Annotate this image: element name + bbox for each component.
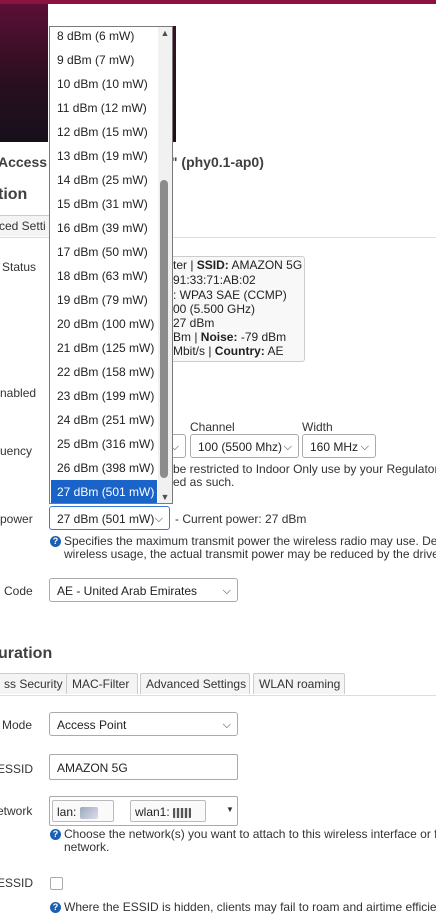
enabled-label: nabled (0, 386, 37, 400)
frequency-note-line2: ed as such. (173, 475, 235, 489)
network-chip-wlan1[interactable]: wlan1: (130, 800, 206, 822)
dropdown-option[interactable]: 21 dBm (125 mW) (51, 336, 157, 360)
chevron-down-icon: ⌵ (360, 441, 369, 453)
status-line-txpower: 27 dBm (173, 316, 215, 330)
frequency-label: uency (0, 444, 33, 458)
status-line-ssid: ter | SSID: AMAZON 5G (173, 258, 303, 272)
dropdown-option[interactable]: 8 dBm (6 mW) (51, 27, 157, 48)
status-line-noise: Bm | Noise: -79 dBm (173, 330, 287, 344)
network-help-line2: network. (64, 840, 110, 854)
tx-power-select[interactable]: 27 dBm (501 mW) ⌵ (49, 506, 170, 530)
wireless-icon (173, 807, 192, 818)
page-title-left: Access (0, 154, 48, 170)
dropdown-scrollbar-thumb[interactable] (160, 180, 168, 478)
mode-select[interactable]: Access Point ⌵ (49, 712, 238, 736)
tab-divider (0, 695, 436, 696)
dropdown-option[interactable]: 13 dBm (19 mW) (51, 144, 157, 168)
dropdown-option[interactable]: 24 dBm (251 mW) (51, 408, 157, 432)
hide-essid-checkbox[interactable] (50, 877, 63, 890)
dropdown-option[interactable]: 25 dBm (316 mW) (51, 432, 157, 456)
essid-input[interactable]: AMAZON 5G (49, 754, 238, 780)
dropdown-option[interactable]: 16 dBm (39 mW) (51, 216, 157, 240)
scroll-up-arrow-icon[interactable]: ▲ (158, 27, 172, 39)
info-icon: ? (50, 829, 61, 840)
dropdown-option[interactable]: 11 dBm (12 mW) (51, 96, 157, 120)
tx-power-label: power (0, 512, 33, 526)
page-title-right: G" (phy0.1-ap0) (160, 154, 264, 170)
network-help-line1: Choose the network(s) you want to attach… (64, 827, 436, 841)
status-label: Status (2, 260, 37, 274)
info-icon: ? (50, 536, 61, 547)
tx-power-help-line2: wireless usage, the actual transmit powe… (64, 547, 436, 561)
dropdown-option[interactable]: 12 dBm (15 mW) (51, 120, 157, 144)
dropdown-option[interactable]: 26 dBm (398 mW) (51, 456, 157, 480)
essid-label: ESSID (0, 762, 34, 776)
channel-select[interactable]: 100 (5500 Mhz) ⌵ (190, 434, 299, 458)
hide-essid-label: ESSID (0, 876, 34, 890)
dropdown-option[interactable]: 18 dBm (63 mW) (51, 264, 157, 288)
header-image-left (0, 4, 48, 142)
hide-essid-help: Where the ESSID is hidden, clients may f… (64, 900, 436, 914)
dropdown-option[interactable]: 14 dBm (25 mW) (51, 168, 157, 192)
info-icon: ? (50, 902, 61, 913)
country-code-select[interactable]: AE - United Arab Emirates ⌵ (49, 578, 238, 602)
country-code-label: Code (4, 584, 33, 598)
dropdown-option[interactable]: 20 dBm (100 mW) (51, 312, 157, 336)
chevron-down-icon: ⌵ (283, 441, 292, 453)
brand-bar (0, 0, 436, 4)
tab-wlan-roaming[interactable]: WLAN roaming (253, 673, 345, 694)
dropdown-option[interactable]: 15 dBm (31 mW) (51, 192, 157, 216)
status-line-channel: 00 (5.500 GHz) (173, 302, 256, 316)
status-line-bssid: 91:33:71:AB:02 (173, 273, 256, 287)
dropdown-option[interactable]: 23 dBm (199 mW) (51, 384, 157, 408)
network-port-icon (79, 806, 98, 819)
scroll-down-arrow-icon[interactable]: ▼ (158, 491, 172, 503)
interface-config-title: uration (0, 645, 53, 662)
tab-advanced-settings[interactable]: Advanced Settings (140, 673, 250, 694)
network-chip-lan[interactable]: lan: (52, 800, 114, 822)
tab-mac-filter[interactable]: MAC-Filter (66, 673, 138, 694)
status-line-encryption: : WPA3 SAE (CCMP) (173, 288, 287, 302)
chevron-down-icon: ⌵ (222, 719, 231, 731)
mode-label: Mode (2, 718, 33, 732)
dropdown-option[interactable]: 10 dBm (10 mW) (51, 72, 157, 96)
dropdown-option[interactable]: 27 dBm (501 mW) (51, 480, 157, 503)
width-label: Width (302, 420, 333, 434)
network-label: etwork (0, 804, 33, 818)
device-config-title: tion (0, 186, 28, 203)
current-power-text: - Current power: 27 dBm (175, 512, 307, 526)
dropdown-option[interactable]: 9 dBm (7 mW) (51, 48, 157, 72)
tab-advanced-settings-device[interactable]: ced Setti (0, 215, 52, 236)
tab-wireless-security[interactable]: ss Security (0, 673, 74, 694)
tx-power-dropdown-list[interactable]: 8 dBm (6 mW) 9 dBm (7 mW) 10 dBm (10 mW) 11… (49, 26, 173, 504)
dropdown-option[interactable]: 17 dBm (50 mW) (51, 240, 157, 264)
chevron-down-icon: ▼ (226, 805, 234, 814)
width-select[interactable]: 160 MHz ⌵ (302, 434, 376, 458)
status-line-country: Mbit/s | Country: AE (173, 344, 284, 358)
dropdown-option[interactable]: 22 dBm (158 mW) (51, 360, 157, 384)
chevron-down-icon: ⌵ (222, 585, 231, 597)
dropdown-option[interactable]: 19 dBm (79 mW) (51, 288, 157, 312)
chevron-down-icon: ⌵ (154, 513, 163, 525)
channel-label: Channel (190, 420, 235, 434)
